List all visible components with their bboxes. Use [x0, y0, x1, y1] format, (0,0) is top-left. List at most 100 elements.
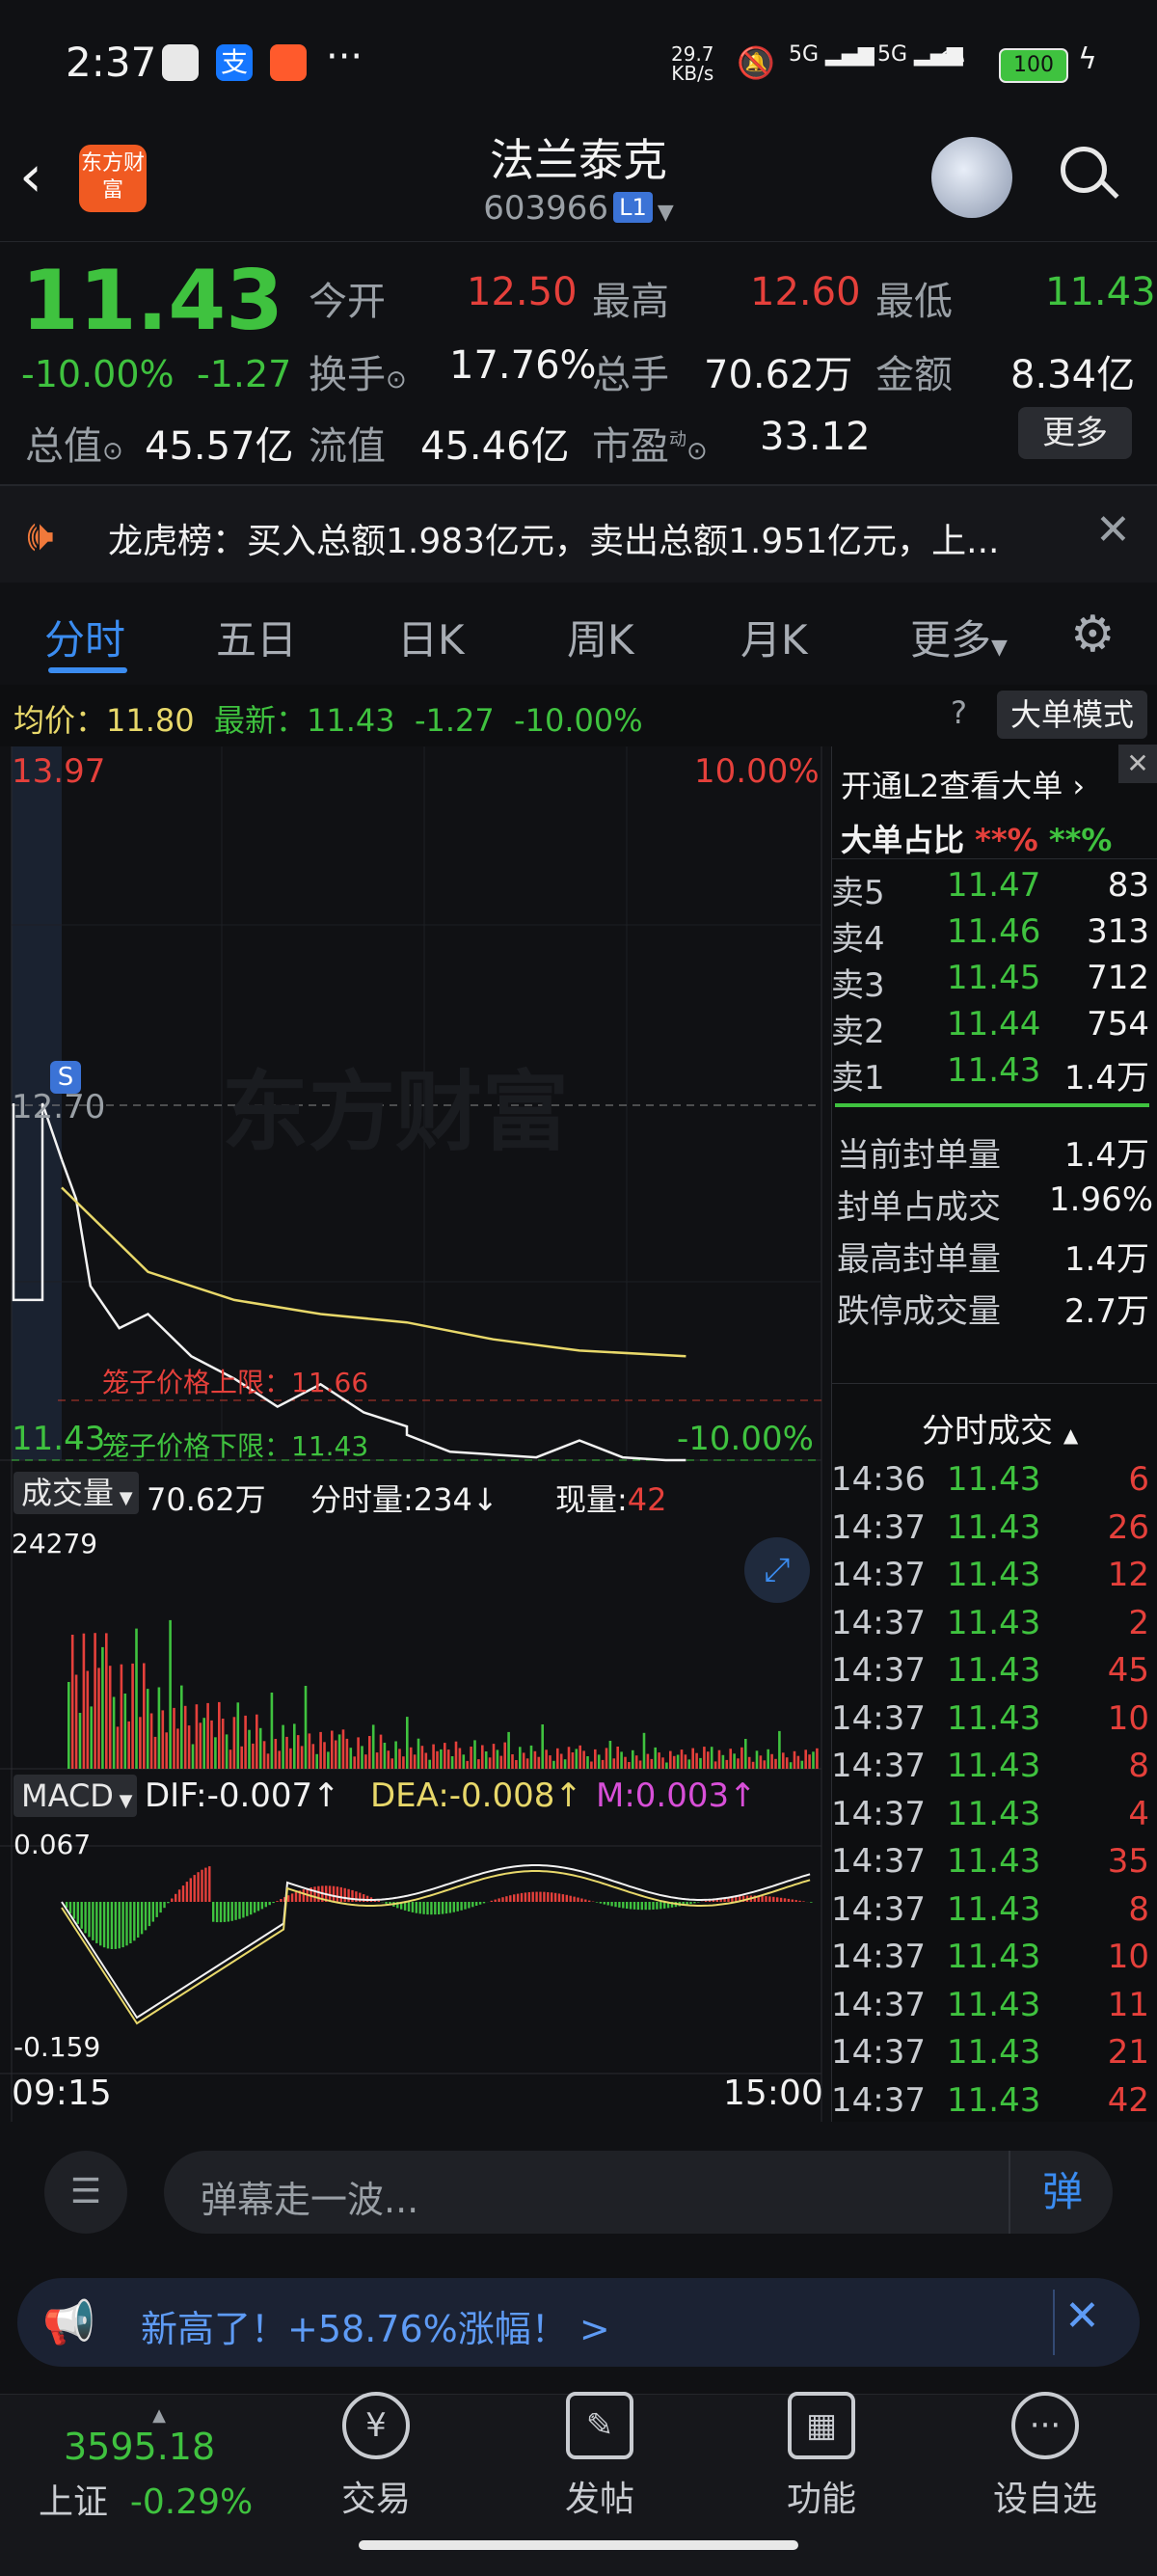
volume-bar	[620, 1751, 623, 1769]
help-icon[interactable]: ?	[951, 694, 967, 731]
volume-bar	[451, 1756, 454, 1769]
tab-weekly-k[interactable]: 周K	[567, 608, 634, 666]
chevron-down-icon: ▼	[991, 636, 1008, 660]
volume-bar	[756, 1750, 759, 1769]
ask-row: 卖311.45712	[831, 959, 1149, 1006]
more-icon: ···	[1011, 2392, 1079, 2459]
macd-bar	[208, 1866, 210, 1902]
volume-bar	[801, 1761, 804, 1769]
volume-bar	[707, 1751, 710, 1769]
nav-trade[interactable]: ¥交易	[299, 2392, 453, 2521]
expand-icon[interactable]: ⤢	[744, 1537, 810, 1603]
macd-bar	[645, 1902, 647, 1910]
index-name: 上证	[39, 2482, 108, 2522]
volume-bar	[214, 1737, 217, 1769]
volume-bar	[613, 1758, 616, 1769]
macd-bar	[92, 1902, 94, 1940]
lower-cage-label: 笼子价格下限：11.43	[102, 1425, 368, 1464]
more-button[interactable]: 更多	[1018, 407, 1132, 459]
macd-bar	[145, 1902, 147, 1930]
macd-bar	[347, 1889, 349, 1902]
volume-bar	[764, 1760, 767, 1769]
macd-bar	[513, 1894, 515, 1902]
volume-bar	[256, 1715, 258, 1769]
volume-bar	[752, 1762, 755, 1769]
macd-bar	[171, 1899, 173, 1903]
macd-bar	[250, 1902, 252, 1914]
ticks-title[interactable]: 分时成交 ▲	[922, 1404, 1078, 1451]
volume-bar	[350, 1748, 353, 1769]
low-value: 11.43	[1045, 270, 1156, 314]
macd-bar	[442, 1902, 444, 1914]
nav-functions[interactable]: ▦功能	[744, 2392, 899, 2521]
close-icon[interactable]: ✕	[1064, 2291, 1100, 2341]
settings-icon[interactable]: ⚙	[1070, 606, 1116, 664]
edit-icon: ✎	[566, 2392, 633, 2459]
turnover-value: 17.76%	[449, 343, 597, 388]
macd-bar	[457, 1902, 459, 1912]
volume-selector[interactable]: 成交量 ▼	[13, 1472, 139, 1514]
big-order-mode-button[interactable]: 大单模式	[997, 691, 1147, 739]
search-icon[interactable]	[1061, 147, 1107, 193]
danmu-toggle-button[interactable]: 弹	[1009, 2151, 1115, 2234]
close-icon[interactable]: ✕	[1095, 505, 1131, 555]
ask-row: 卖411.46313	[831, 912, 1149, 960]
macd-bar	[178, 1889, 180, 1902]
macd-bar	[204, 1868, 206, 1902]
volume-bar	[436, 1751, 439, 1769]
tick-row: 14:3711.4310	[831, 1938, 1149, 1976]
float-label: 流值	[309, 415, 386, 471]
macd-bar	[633, 1902, 635, 1910]
tab-monthly-k[interactable]: 月K	[740, 608, 808, 666]
index-quote[interactable]: ▲ 3595.18 上证 -0.29%	[58, 2405, 260, 2524]
volume-bar	[90, 1706, 93, 1769]
volume-bar	[121, 1665, 123, 1769]
dragon-tiger-notice[interactable]: 🕪 龙虎榜：买入总额1.983亿元，卖出总额1.951亿元，上... ✕	[0, 486, 1157, 583]
volume-bar	[481, 1746, 484, 1770]
volume-bar	[703, 1747, 706, 1769]
unlock-l2-link[interactable]: 开通L2查看大单 ›	[841, 762, 1085, 806]
comment-list-icon[interactable]: ☰	[44, 2151, 127, 2234]
tick-row: 14:3711.4342	[831, 2081, 1149, 2120]
volume-bar	[740, 1748, 743, 1769]
volume-bar	[390, 1758, 393, 1769]
macd-bar	[697, 1902, 699, 1903]
volume-bar	[503, 1743, 506, 1769]
danmu-input[interactable]: 弹幕走一波... 弹	[164, 2151, 1113, 2234]
stock-code: 603966	[483, 189, 608, 228]
volume-bar	[523, 1752, 525, 1769]
macd-selector[interactable]: MACD ▼	[13, 1775, 137, 1817]
promo-banner[interactable]: 📢 新高了！+58.76%涨幅！ > ✕	[17, 2278, 1140, 2367]
nav-watchlist[interactable]: ···设自选	[968, 2392, 1122, 2521]
info-icon[interactable]: ⊙	[386, 366, 407, 394]
macd-bar	[784, 1898, 786, 1902]
volume-bar	[319, 1732, 322, 1769]
volume-bar	[87, 1671, 90, 1770]
sell-marker[interactable]: S	[50, 1061, 81, 1094]
volume-bar	[586, 1756, 589, 1769]
nav-post[interactable]: ✎发帖	[523, 2392, 677, 2521]
macd-bar	[69, 1902, 71, 1913]
volume-bar	[515, 1760, 518, 1769]
volume-bar	[669, 1751, 672, 1769]
volume-bar	[297, 1735, 300, 1769]
volume-bar	[733, 1753, 736, 1769]
mktcap-label: 总值⊙	[25, 415, 123, 471]
tab-more[interactable]: 更多▼	[910, 608, 1008, 666]
info-icon[interactable]: ⊙	[686, 437, 708, 466]
robot-assistant-icon[interactable]	[931, 137, 1012, 218]
volume-bar	[210, 1721, 213, 1769]
tab-five-day[interactable]: 五日	[216, 608, 297, 666]
macd-bar	[121, 1902, 123, 1947]
tab-daily-k[interactable]: 日K	[397, 608, 465, 666]
macd-bar	[498, 1898, 499, 1902]
close-icon[interactable]: ✕	[1118, 745, 1157, 783]
volume-bar	[67, 1682, 70, 1769]
tab-intraday[interactable]: 分时	[44, 608, 125, 666]
tick-row: 14:3711.438	[831, 1747, 1149, 1785]
volume-bar	[549, 1755, 552, 1769]
volume-bar	[444, 1743, 446, 1769]
info-icon[interactable]: ⊙	[102, 437, 123, 466]
volume-bar	[244, 1716, 247, 1769]
macd-bar	[276, 1901, 278, 1902]
